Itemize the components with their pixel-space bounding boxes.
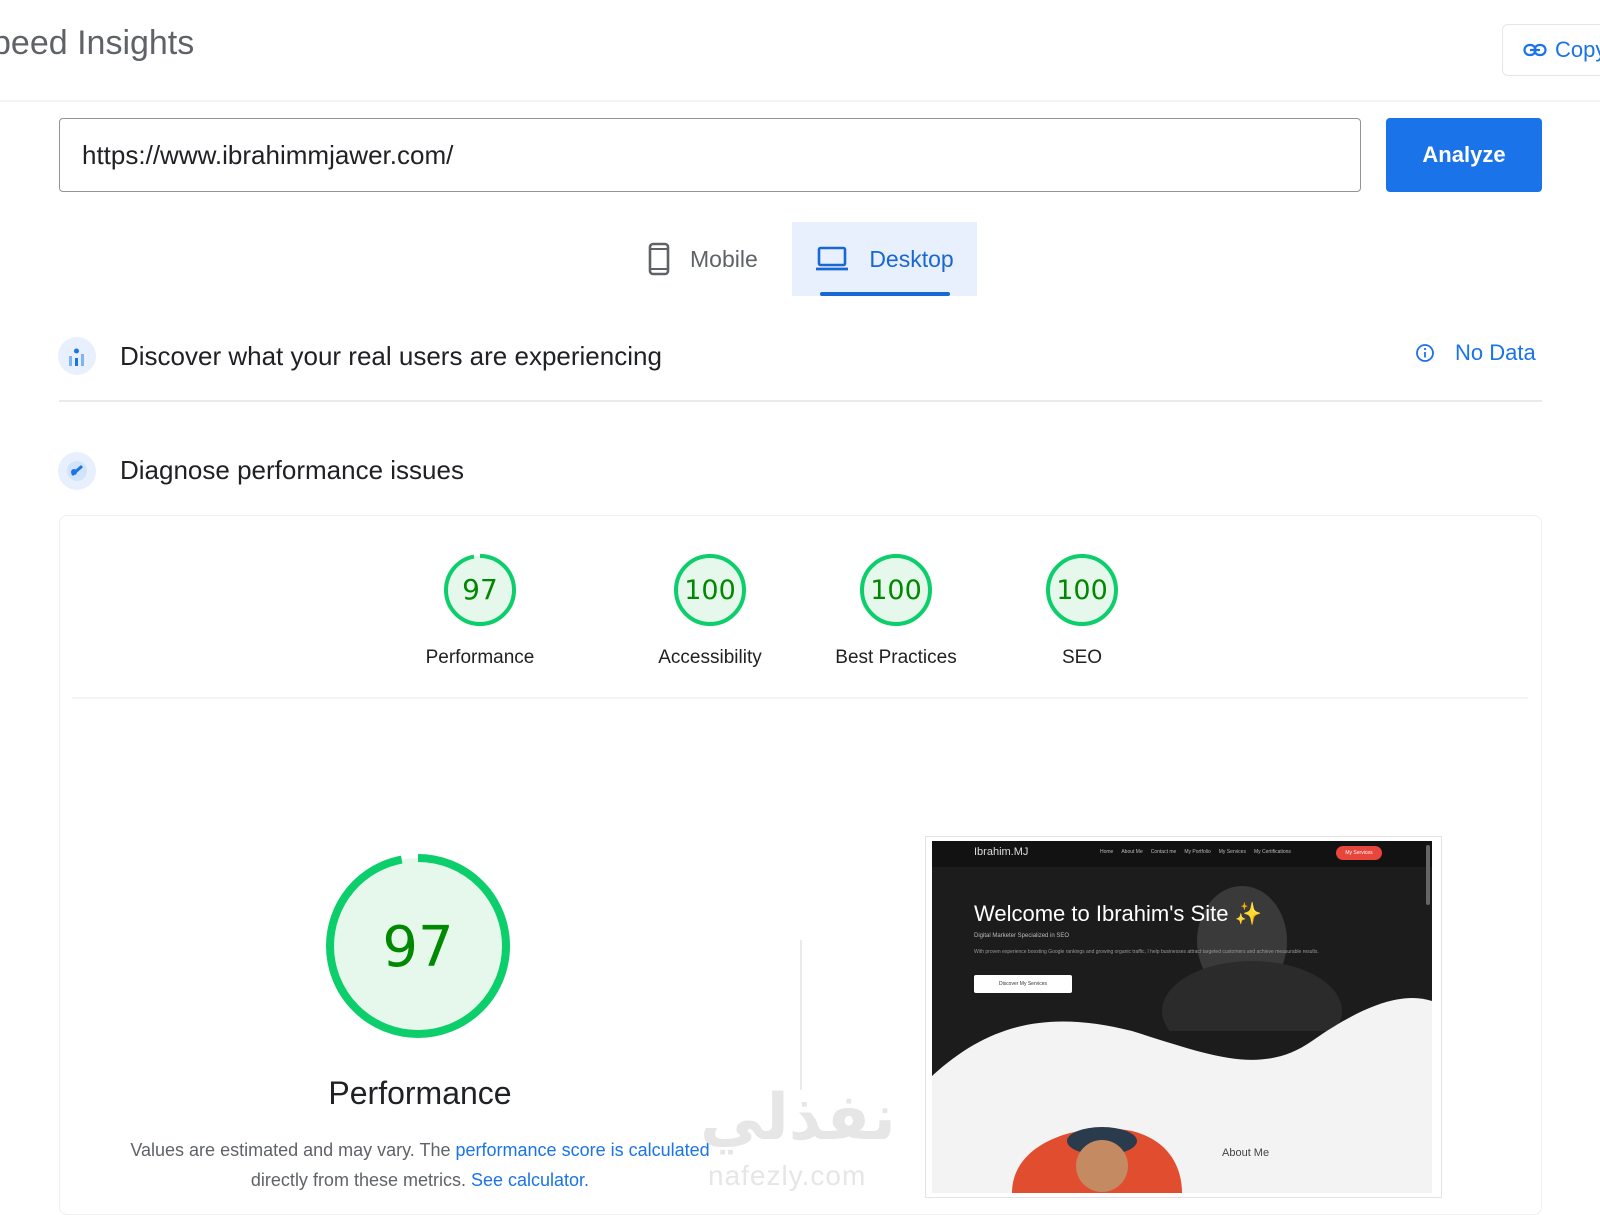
laptop-icon	[816, 246, 849, 271]
desc-text: Values are estimated and may vary. The	[130, 1140, 456, 1160]
preview-wave	[932, 997, 1432, 1193]
watermark-url: nafezly.com	[708, 1160, 867, 1191]
score-label: Best Practices	[835, 647, 957, 668]
preview-nav-item: My Services	[1218, 849, 1246, 855]
no-data-label: No Data	[1455, 340, 1536, 365]
section-divider	[59, 400, 1542, 402]
score-gauge-best-practices[interactable]: 100 Best Practices	[835, 552, 976, 669]
score-value: 100	[1056, 575, 1108, 606]
card-divider	[72, 697, 1528, 699]
performance-gauge-large: 97	[326, 854, 510, 1038]
preview-nav-item: About Me	[1121, 849, 1143, 855]
score-label: Accessibility	[658, 647, 762, 668]
watermark-logo: نفذلي	[700, 1081, 896, 1153]
score-value: 100	[684, 575, 736, 606]
page-screenshot-preview: Ibrahim.MJ Home About Me Contact me My P…	[925, 836, 1442, 1198]
tab-desktop-label: Desktop	[869, 245, 954, 272]
score-ring: 100	[1046, 554, 1118, 626]
tab-mobile[interactable]: Mobile	[648, 222, 758, 296]
preview-nav-item: Home	[1100, 849, 1114, 855]
preview-nav-item: Contact me	[1150, 849, 1177, 855]
score-ring: 100	[860, 554, 932, 626]
performance-title: Performance	[328, 1075, 512, 1111]
preview-site-name: Ibrahim.MJ	[974, 846, 1029, 858]
score-ring: 97	[444, 554, 516, 626]
lab-data-title: Diagnose performance issues	[120, 455, 464, 485]
field-data-status[interactable]: No Data	[1415, 340, 1536, 366]
score-gauge-seo[interactable]: 100 SEO	[1044, 552, 1162, 669]
vertical-divider	[800, 940, 802, 1090]
info-icon	[1416, 344, 1434, 362]
score-ring: 100	[674, 554, 746, 626]
performance-description: Values are estimated and may vary. The p…	[110, 1135, 730, 1195]
desc-text-2: directly from these metrics.	[250, 1170, 471, 1190]
preview-headline: Welcome to Ibrahim's Site ✨	[974, 901, 1262, 926]
score-value: 100	[870, 575, 922, 606]
preview-body: With proven experience boosting Google r…	[974, 949, 1319, 955]
link-icon	[1523, 43, 1547, 57]
url-input[interactable]	[59, 118, 1361, 192]
tab-desktop[interactable]: Desktop	[792, 222, 977, 296]
copy-link-button[interactable]: Copy	[1502, 24, 1600, 76]
score-label: Performance	[425, 647, 535, 668]
copy-link-label: Copy	[1555, 37, 1600, 62]
performance-score-value: 97	[382, 915, 453, 980]
preview-section-label: About Me	[1222, 1147, 1270, 1159]
score-label: SEO	[1061, 647, 1103, 668]
see-calculator-link[interactable]: See calculator.	[471, 1170, 589, 1190]
tab-mobile-label: Mobile	[690, 245, 758, 272]
phone-icon	[648, 242, 670, 276]
preview-subtitle: Digital Marketer Specialized in SEO	[974, 933, 1070, 939]
score-gauge-accessibility[interactable]: 100 Accessibility	[658, 552, 790, 669]
tab-active-indicator	[820, 292, 950, 296]
diagnose-icon	[58, 452, 96, 490]
users-chart-icon	[58, 337, 96, 375]
app-title: peed Insights	[0, 24, 195, 62]
field-data-title: Discover what your real users are experi…	[120, 341, 662, 371]
score-gauge-performance[interactable]: 97 Performance	[426, 552, 560, 669]
score-calculated-link[interactable]: performance score is calculated	[456, 1140, 710, 1160]
preview-nav-item: My Portfolio	[1184, 849, 1211, 855]
preview-nav-links: Home About Me Contact me My Portfolio My…	[1100, 849, 1291, 855]
preview-nav-item: My Certifications	[1253, 849, 1291, 855]
preview-nav-button: My Services	[1336, 846, 1382, 860]
score-value: 97	[462, 573, 498, 606]
preview-canvas: Ibrahim.MJ Home About Me Contact me My P…	[932, 841, 1432, 1193]
preview-scrollbar	[1426, 845, 1430, 905]
top-bar	[0, 0, 1600, 102]
analyze-button[interactable]: Analyze	[1386, 118, 1542, 192]
